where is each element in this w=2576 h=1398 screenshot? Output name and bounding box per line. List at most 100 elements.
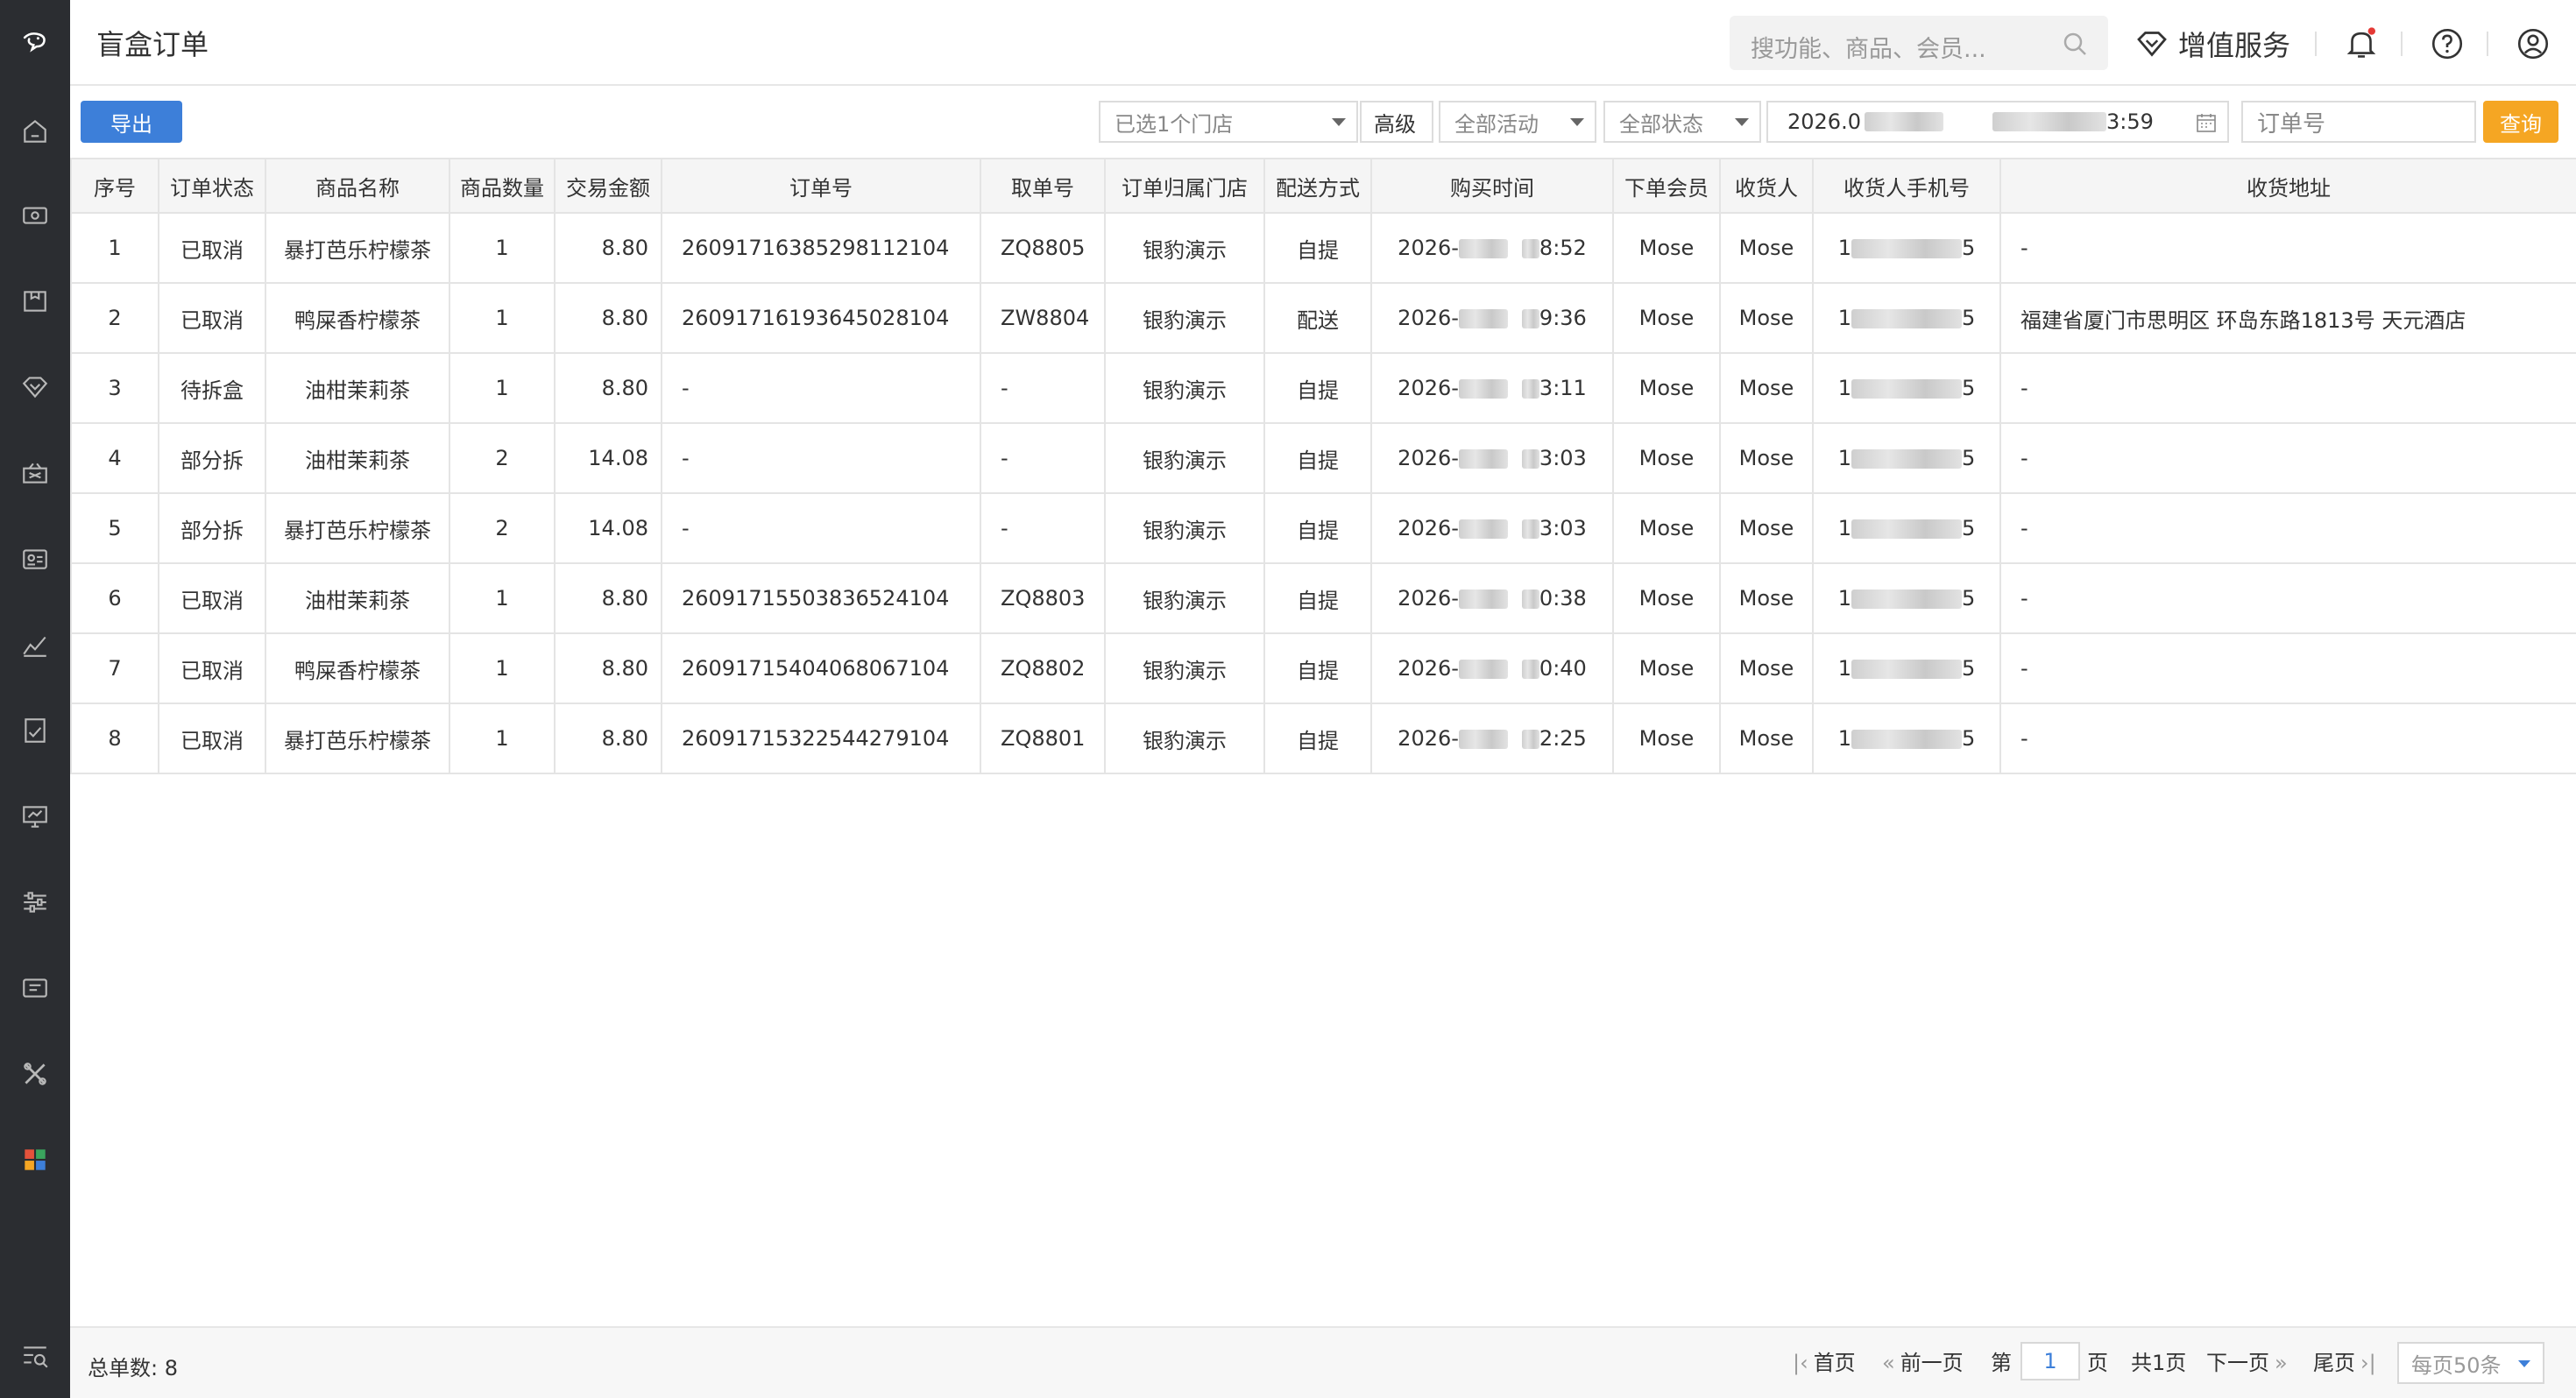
column-header: 交易金额	[554, 158, 662, 214]
bell-icon[interactable]	[2343, 25, 2380, 62]
sidebar-item-member[interactable]	[0, 352, 70, 422]
cell-purchase-time: 2026- 3:03	[1370, 492, 1614, 564]
next-page-link[interactable]: 下一页»	[2206, 1345, 2293, 1376]
search-menu-icon	[24, 1346, 48, 1368]
search-icon[interactable]	[2061, 30, 2089, 58]
cell-qty: 2	[449, 492, 556, 564]
redacted-text	[1458, 309, 1508, 328]
table-row[interactable]: 2 已取消 鸭屎香柠檬茶 1 8.80 26091716193645028104 ZW880…	[70, 282, 2576, 354]
first-page-link[interactable]: |‹ 首页	[1793, 1345, 1856, 1376]
total-count: 总单数: 8	[88, 1351, 178, 1381]
advanced-button[interactable]: 高级	[1360, 101, 1433, 143]
cell-member: Mose	[1612, 632, 1721, 704]
query-button[interactable]: 查询	[2483, 101, 2558, 143]
redacted-text	[1458, 379, 1508, 399]
redacted-text	[1851, 660, 1962, 679]
table-row[interactable]: 3 待拆盒 油柑茉莉茶 1 8.80- - 银豹演示 自提 2026- 3:11 Mose Mose 1…	[70, 352, 2576, 424]
cell-order-no: 26091715322544279104	[661, 703, 981, 774]
cell-pickup: -	[980, 492, 1106, 564]
sidebar-item-tools[interactable]	[0, 1039, 70, 1109]
cell-pickup: ZW8804	[980, 282, 1106, 354]
value-added-services-label: 增值服务	[2178, 29, 2291, 62]
redacted-text	[1458, 590, 1508, 609]
table-row[interactable]: 4 部分拆 油柑茉莉茶 2 14.08- - 银豹演示 自提 2026- 3:03 Mose Mose…	[70, 422, 2576, 494]
sidebar-item-marketing[interactable]	[0, 438, 70, 508]
store-select[interactable]: 已选1个门店	[1099, 101, 1358, 143]
sidebar-item-employee[interactable]	[0, 524, 70, 594]
table-row[interactable]: 7 已取消 鸭屎香柠檬茶 1 8.80 26091715404068067104 ZQ880…	[70, 632, 2576, 704]
time-suffix: 0:38	[1539, 586, 1587, 611]
export-button[interactable]: 导出	[81, 101, 182, 143]
order-number-placeholder: 订单号	[2257, 110, 2326, 138]
phone-prefix: 1	[1837, 516, 1851, 540]
help-icon[interactable]	[2429, 25, 2466, 62]
sidebar-item-menu-search[interactable]	[0, 1321, 70, 1391]
activity-select[interactable]: 全部活动	[1439, 101, 1596, 143]
cell-no: 7	[70, 632, 159, 704]
cell-product: 暴打芭乐柠檬茶	[265, 492, 450, 564]
column-header: 取单号	[980, 158, 1106, 214]
cell-receiver: Mose	[1719, 632, 1814, 704]
column-header: 订单号	[661, 158, 981, 214]
value-added-services-button[interactable]: 增值服务	[2134, 23, 2290, 65]
time-suffix: 3:03	[1539, 516, 1587, 540]
per-page-select[interactable]: 每页50条	[2397, 1342, 2544, 1384]
page-number-input[interactable]	[2020, 1342, 2080, 1380]
product-icon	[24, 291, 46, 312]
sidebar-item-ticket[interactable]	[0, 953, 70, 1023]
cell-status: 已取消	[158, 212, 266, 284]
table-header-row: 序号 订单状态 商品名称 商品数量 交易金额 订单号 取单号 订单归属门店 配送方式 购买时间 下单…	[70, 158, 2576, 214]
sidebar-item-apps[interactable]	[0, 1125, 70, 1195]
date-range-input[interactable]: 2026.0 3:59	[1766, 101, 2229, 143]
status-select[interactable]: 全部状态	[1603, 101, 1761, 143]
cell-pickup: -	[980, 352, 1106, 424]
cell-qty: 1	[449, 562, 556, 634]
cell-delivery: 自提	[1263, 422, 1372, 494]
column-header: 商品名称	[265, 158, 450, 214]
device-icon	[23, 806, 47, 828]
per-page-value: 每页50条	[2411, 1352, 2502, 1378]
redacted-text	[1992, 112, 2106, 131]
table-row[interactable]: 5 部分拆 暴打芭乐柠檬茶 2 14.08- - 银豹演示 自提 2026- 3:03 Mose Mo…	[70, 492, 2576, 564]
redacted-text	[1851, 519, 1962, 539]
cell-order-no: -	[661, 352, 981, 424]
redacted-text	[1851, 730, 1962, 749]
orders-table: 序号 订单状态 商品名称 商品数量 交易金额 订单号 取单号 订单归属门店 配送方式 购买时间 下单…	[70, 158, 2576, 774]
phone-prefix: 1	[1837, 376, 1851, 400]
date-end: 3:59	[2105, 109, 2154, 134]
sidebar-item-product[interactable]	[0, 266, 70, 336]
first-page-icon: |‹	[1793, 1351, 1808, 1375]
column-header: 配送方式	[1263, 158, 1372, 214]
order-number-input[interactable]: 订单号	[2241, 101, 2476, 143]
cell-store: 银豹演示	[1104, 422, 1265, 494]
sidebar-item-report[interactable]	[0, 610, 70, 680]
logo-icon[interactable]	[0, 0, 70, 84]
user-icon[interactable]	[2515, 25, 2551, 62]
sidebar-item-home[interactable]	[0, 96, 70, 166]
table-row[interactable]: 1 已取消 暴打芭乐柠檬茶 1 8.80 26091716385298112104 ZQ88…	[70, 212, 2576, 284]
time-prefix: 2026-	[1398, 586, 1459, 611]
table-row[interactable]: 8 已取消 暴打芭乐柠檬茶 1 8.80 26091715322544279104 ZQ88…	[70, 703, 2576, 774]
prev-page-link[interactable]: «前一页	[1882, 1345, 1964, 1376]
column-header: 订单归属门店	[1104, 158, 1265, 214]
cell-product: 鸭屎香柠檬茶	[265, 632, 450, 704]
cell-delivery: 自提	[1263, 352, 1372, 424]
table-row[interactable]: 6 已取消 油柑茉莉茶 1 8.80 26091715503836524104 ZQ8803…	[70, 562, 2576, 634]
time-prefix: 2026-	[1398, 726, 1459, 751]
cell-purchase-time: 2026- 3:11	[1370, 352, 1614, 424]
sidebar-item-finance[interactable]	[0, 695, 70, 766]
global-search-input[interactable]: 搜功能、商品、会员...	[1730, 16, 2108, 70]
cell-delivery: 自提	[1263, 212, 1372, 284]
sidebar-item-cashier[interactable]	[0, 180, 70, 251]
phone-suffix: 5	[1962, 306, 1976, 330]
sidebar-item-device[interactable]	[0, 781, 70, 851]
cell-purchase-time: 2026- 0:38	[1370, 562, 1614, 634]
cell-no: 8	[70, 703, 159, 774]
cell-store: 银豹演示	[1104, 352, 1265, 424]
last-page-link[interactable]: 尾页 ›|	[2313, 1345, 2381, 1376]
settings-icon	[24, 892, 46, 913]
sidebar-item-settings[interactable]	[0, 867, 70, 937]
total-value: 8	[164, 1356, 179, 1380]
advanced-label: 高级	[1374, 111, 1416, 137]
redacted-text	[1521, 449, 1539, 469]
